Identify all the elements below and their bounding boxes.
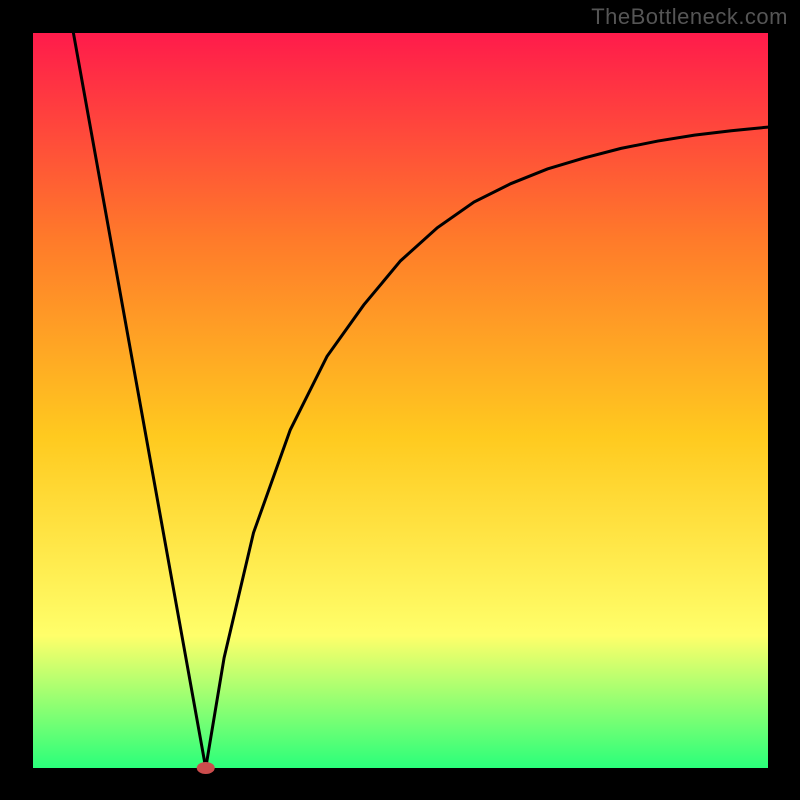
chart-frame: TheBottleneck.com bbox=[0, 0, 800, 800]
plot-background bbox=[33, 33, 768, 768]
minimum-marker bbox=[197, 762, 215, 774]
chart-svg bbox=[0, 0, 800, 800]
watermark-text: TheBottleneck.com bbox=[591, 4, 788, 30]
